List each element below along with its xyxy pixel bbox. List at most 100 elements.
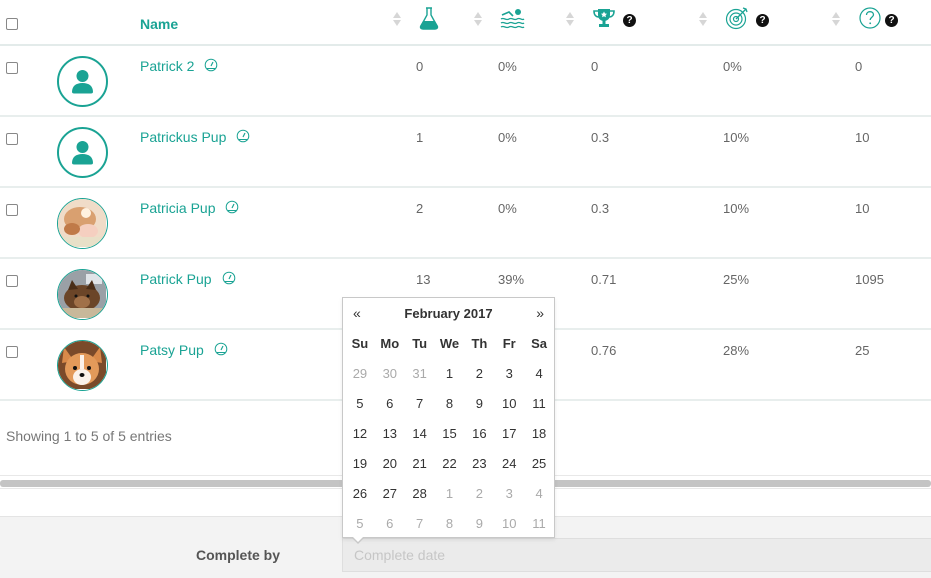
datepicker-caret: [351, 536, 365, 544]
calendar-day-other-month[interactable]: 29: [345, 358, 375, 388]
calendar-day[interactable]: 4: [524, 358, 554, 388]
row-checkbox[interactable]: [6, 204, 18, 216]
month-year-title[interactable]: February 2017: [343, 306, 554, 321]
column-header-name[interactable]: Name: [140, 16, 178, 32]
avatar: [57, 340, 108, 391]
calendar-week: 5 6 7 8 9 10 11: [345, 508, 554, 538]
user-name[interactable]: Patrick 2: [140, 58, 194, 74]
user-name-link[interactable]: Patrick Pup: [140, 271, 236, 287]
calendar-day[interactable]: 19: [345, 448, 375, 478]
calendar-day[interactable]: 24: [494, 448, 524, 478]
table-row: Patrickus Pup 1 0% 0.3 10% 10: [0, 117, 931, 188]
gauge-icon[interactable]: [222, 271, 236, 285]
weekday-label: Sa: [531, 335, 547, 351]
calendar-day-other-month[interactable]: 5: [345, 508, 375, 538]
calendar-day-other-month[interactable]: 6: [375, 508, 405, 538]
user-name-link[interactable]: Patsy Pup: [140, 342, 228, 358]
row-checkbox[interactable]: [6, 62, 18, 74]
calendar-day-other-month[interactable]: 2: [464, 478, 494, 508]
metric-cell: 0: [416, 59, 424, 74]
user-name[interactable]: Patricia Pup: [140, 200, 215, 216]
metric-cell: 0%: [498, 130, 517, 145]
calendar-day[interactable]: 27: [375, 478, 405, 508]
calendar-day-other-month[interactable]: 11: [524, 508, 554, 538]
calendar-day[interactable]: 14: [405, 418, 435, 448]
calendar-day-other-month[interactable]: 1: [435, 478, 465, 508]
sort-arrows-icon[interactable]: [474, 12, 482, 28]
calendar-day[interactable]: 22: [435, 448, 465, 478]
gauge-icon[interactable]: [214, 342, 228, 356]
help-icon[interactable]: ?: [623, 14, 636, 27]
gauge-icon[interactable]: [236, 129, 250, 143]
select-all-checkbox[interactable]: [6, 18, 18, 30]
calendar-day[interactable]: 28: [405, 478, 435, 508]
metric-cell: 1095: [855, 272, 884, 287]
calendar-day[interactable]: 10: [494, 388, 524, 418]
sort-arrows-icon[interactable]: [566, 12, 574, 28]
calendar-day-other-month[interactable]: 8: [435, 508, 465, 538]
metric-cell: 1: [416, 130, 424, 145]
calendar-day[interactable]: 13: [375, 418, 405, 448]
metric-cell: 25: [855, 343, 870, 358]
next-month-button[interactable]: »: [536, 305, 544, 321]
sort-arrows-icon[interactable]: [393, 12, 401, 28]
calendar-day[interactable]: 16: [464, 418, 494, 448]
gauge-icon[interactable]: [225, 200, 239, 214]
user-name[interactable]: Patrick Pup: [140, 271, 212, 287]
avatar: [57, 56, 108, 107]
calendar-day[interactable]: 20: [375, 448, 405, 478]
calendar-day[interactable]: 3: [494, 358, 524, 388]
user-name[interactable]: Patsy Pup: [140, 342, 204, 358]
metric-cell: 2: [416, 201, 424, 216]
metric-cell: 10: [855, 201, 870, 216]
help-icon[interactable]: ?: [756, 14, 769, 27]
calendar-day[interactable]: 25: [524, 448, 554, 478]
calendar-day[interactable]: 26: [345, 478, 375, 508]
user-name-link[interactable]: Patrick 2: [140, 58, 218, 74]
question-circle-icon[interactable]: [858, 6, 882, 30]
metric-cell: 28%: [723, 343, 750, 358]
metric-cell: 13: [416, 272, 431, 287]
weekday-label: Th: [471, 335, 488, 351]
calendar-day[interactable]: 18: [524, 418, 554, 448]
calendar-day[interactable]: 6: [375, 388, 405, 418]
user-name[interactable]: Patrickus Pup: [140, 129, 226, 145]
row-checkbox[interactable]: [6, 275, 18, 287]
swimmer-icon[interactable]: [499, 6, 525, 30]
calendar-day-other-month[interactable]: 4: [524, 478, 554, 508]
calendar-day[interactable]: 12: [345, 418, 375, 448]
calendar-day[interactable]: 11: [524, 388, 554, 418]
calendar-day-other-month[interactable]: 7: [405, 508, 435, 538]
calendar-week: 19 20 21 22 23 24 25: [345, 448, 554, 478]
calendar-day-other-month[interactable]: 30: [375, 358, 405, 388]
target-icon[interactable]: [725, 6, 749, 30]
calendar-day[interactable]: 17: [494, 418, 524, 448]
table-row: Patrick 2 0 0% 0 0% 0: [0, 46, 931, 117]
calendar-day-other-month[interactable]: 10: [494, 508, 524, 538]
help-icon[interactable]: ?: [885, 14, 898, 27]
calendar-day[interactable]: 23: [464, 448, 494, 478]
row-checkbox[interactable]: [6, 133, 18, 145]
calendar-day-other-month[interactable]: 9: [464, 508, 494, 538]
calendar-day[interactable]: 8: [435, 388, 465, 418]
calendar-day[interactable]: 5: [345, 388, 375, 418]
trophy-icon[interactable]: [593, 6, 615, 30]
weekday-label: Su: [351, 335, 369, 351]
calendar-day[interactable]: 2: [464, 358, 494, 388]
calendar-week: 5 6 7 8 9 10 11: [345, 388, 554, 418]
calendar-day-other-month[interactable]: 3: [494, 478, 524, 508]
gauge-icon[interactable]: [204, 58, 218, 72]
calendar-day-other-month[interactable]: 31: [405, 358, 435, 388]
user-name-link[interactable]: Patrickus Pup: [140, 129, 250, 145]
row-checkbox[interactable]: [6, 346, 18, 358]
calendar-day[interactable]: 7: [405, 388, 435, 418]
user-name-link[interactable]: Patricia Pup: [140, 200, 239, 216]
calendar-day[interactable]: 9: [464, 388, 494, 418]
complete-date-input[interactable]: [342, 538, 931, 572]
calendar-day[interactable]: 21: [405, 448, 435, 478]
calendar-day[interactable]: 1: [435, 358, 465, 388]
calendar-day[interactable]: 15: [435, 418, 465, 448]
sort-arrows-icon[interactable]: [832, 12, 840, 28]
sort-arrows-icon[interactable]: [699, 12, 707, 28]
flask-icon[interactable]: [418, 6, 440, 30]
